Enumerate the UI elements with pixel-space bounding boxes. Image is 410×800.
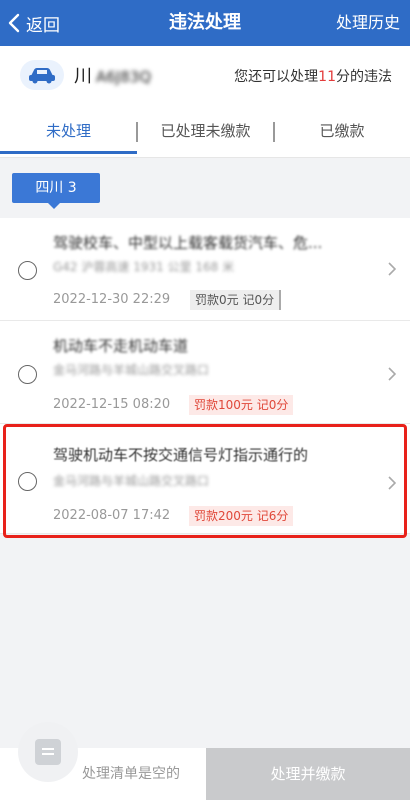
penalty-points: 记0分 — [256, 398, 289, 412]
history-button[interactable]: 处理历史 — [336, 0, 400, 46]
active-tab-indicator — [0, 151, 137, 154]
car-icon — [20, 60, 64, 90]
process-and-pay-button[interactable]: 处理并缴款 — [206, 748, 410, 800]
penalty-points: 记6分 — [256, 509, 289, 523]
cart-empty-text: 处理清单是空的 — [82, 766, 180, 782]
violation-datetime: 2022-08-07 17:42 — [53, 508, 171, 523]
remain-points: 11 — [318, 69, 336, 85]
violation-title: 机动车不走机动车道 — [53, 337, 189, 355]
cart-button[interactable] — [18, 722, 78, 782]
list-icon — [35, 739, 61, 765]
chevron-left-icon — [8, 13, 20, 33]
remain-prefix: 您还可以处理 — [234, 69, 319, 85]
remain-suffix: 分的违法 — [336, 69, 392, 85]
violation-list: 驾驶校车、中型以上载客载货汽车、危... G42 沪蓉高速 1931 公里 16… — [0, 218, 410, 534]
select-radio[interactable] — [18, 365, 37, 384]
violation-location: G42 沪蓉高速 1931 公里 168 米 — [53, 260, 235, 274]
back-button[interactable]: 返回 — [8, 0, 60, 46]
fine-points-tag: 罚款100元 记0分 — [189, 395, 294, 415]
violation-item[interactable]: 驾驶校车、中型以上载客载货汽车、危... G42 沪蓉高速 1931 公里 16… — [0, 218, 410, 321]
select-radio[interactable] — [18, 472, 37, 491]
region-badge-pointer — [48, 203, 60, 209]
cart-area: 处理清单是空的 — [0, 722, 206, 800]
nav-bar: 返回 违法处理 处理历史 — [0, 0, 410, 46]
violation-title: 驾驶校车、中型以上载客载货汽车、危... — [53, 234, 323, 252]
penalty-points: 记0分 — [242, 293, 275, 307]
tab-processed-unpaid[interactable]: 已处理未缴款 — [137, 108, 274, 158]
vehicle-header: 川 A6J83Q 您还可以处理11分的违法 — [0, 46, 410, 108]
fine-amount: 罚款200元 — [194, 509, 253, 523]
back-label: 返回 — [26, 15, 60, 36]
violation-location: 金马河路与羊城山路交叉路口 — [53, 474, 210, 488]
select-radio[interactable] — [18, 261, 37, 280]
chevron-right-icon — [388, 262, 396, 276]
license-plate: 川 A6J83Q — [74, 62, 151, 88]
violation-datetime: 2022-12-15 08:20 — [53, 397, 171, 412]
violation-item[interactable]: 驾驶机动车不按交通信号灯指示通行的 金马河路与羊城山路交叉路口 2022-08-… — [0, 424, 410, 534]
violation-location: 金马河路与羊城山路交叉路口 — [53, 363, 210, 377]
chevron-right-icon — [388, 476, 396, 490]
chevron-right-icon — [388, 367, 396, 381]
region-badge: 四川 3 — [12, 173, 100, 203]
fine-amount: 罚款100元 — [194, 398, 253, 412]
bottom-bar: 处理清单是空的 处理并缴款 — [0, 722, 410, 800]
fine-amount: 罚款0元 — [195, 293, 239, 307]
tab-paid[interactable]: 已缴款 — [274, 108, 410, 158]
plate-number: A6J83Q — [96, 68, 152, 86]
violation-title: 驾驶机动车不按交通信号灯指示通行的 — [53, 446, 309, 464]
fine-points-tag: 罚款200元 记6分 — [189, 506, 294, 526]
tab-divider — [273, 122, 275, 142]
tab-divider — [136, 122, 138, 142]
plate-province: 川 — [74, 66, 92, 87]
fine-points-tag: 罚款0元 记0分 — [190, 290, 282, 310]
violation-item[interactable]: 机动车不走机动车道 金马河路与羊城山路交叉路口 2022-12-15 08:20… — [0, 321, 410, 424]
remaining-points-text: 您还可以处理11分的违法 — [234, 66, 392, 86]
violation-datetime: 2022-12-30 22:29 — [53, 292, 171, 307]
